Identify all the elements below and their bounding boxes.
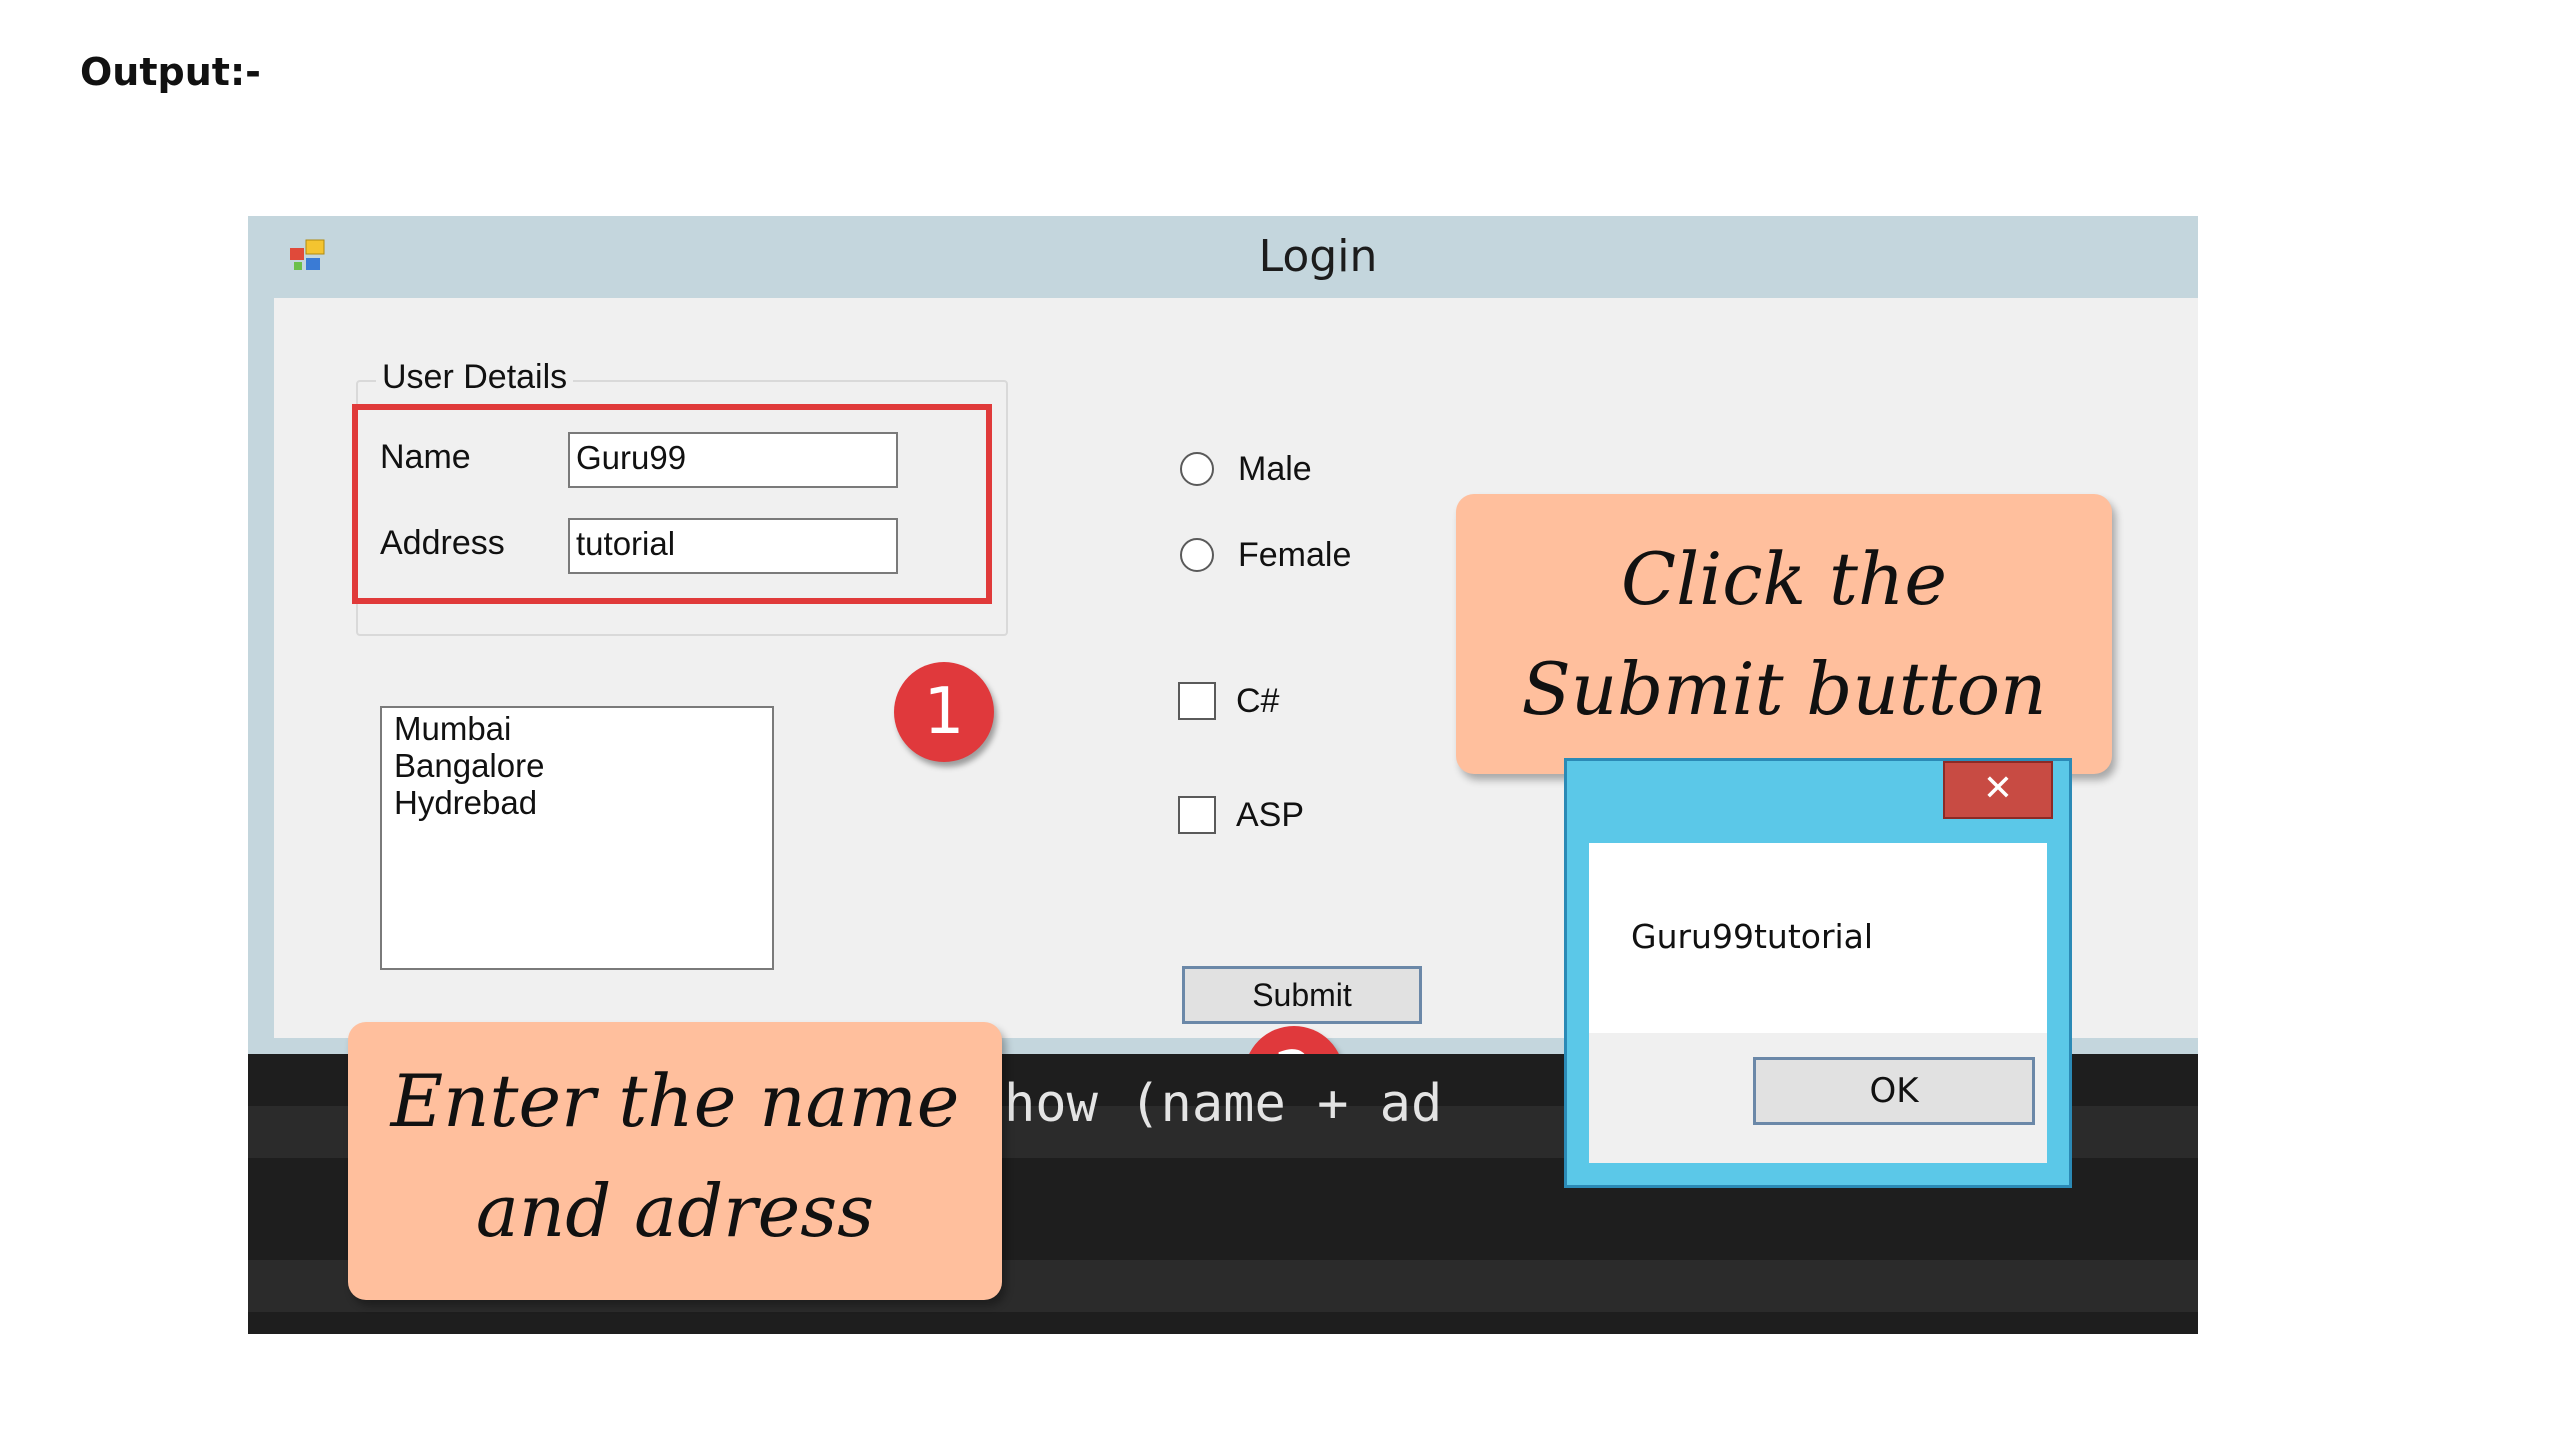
close-icon[interactable]: ✕ — [1943, 761, 2053, 819]
enter-name-address-callout: Enter the name and adress — [348, 1022, 1002, 1300]
ok-button[interactable]: OK — [1753, 1057, 2035, 1125]
female-radio[interactable] — [1180, 538, 1214, 572]
asp-label: ASP — [1236, 796, 1305, 834]
list-item[interactable]: Hydrebad — [394, 784, 760, 821]
window-title: Login — [1258, 231, 1378, 282]
list-item[interactable]: Bangalore — [394, 747, 760, 784]
male-label: Male — [1238, 450, 1312, 488]
list-item[interactable]: Mumbai — [394, 710, 760, 747]
callout-line: and adress — [475, 1169, 875, 1253]
asp-checkbox[interactable] — [1178, 796, 1216, 834]
console-code-text: how (name + ad — [1004, 1074, 1443, 1134]
name-label: Name — [380, 438, 471, 476]
submit-button[interactable]: Submit — [1182, 966, 1422, 1024]
name-input[interactable]: Guru99 — [568, 432, 898, 488]
female-label: Female — [1238, 536, 1352, 574]
address-input[interactable]: tutorial — [568, 518, 898, 574]
user-details-legend: User Details — [376, 358, 574, 397]
callout-line: Submit button — [1521, 647, 2047, 731]
step-1-badge: 1 — [894, 662, 994, 762]
message-body: Guru99tutorial — [1589, 843, 2047, 1033]
city-listbox[interactable]: Mumbai Bangalore Hydrebad — [380, 706, 774, 970]
screenshot-frame: Login User Details Name Guru99 Address t… — [248, 216, 2198, 1334]
page-heading: Output:- — [80, 50, 261, 94]
message-text: Guru99tutorial — [1631, 917, 1874, 956]
message-footer: OK — [1589, 1033, 2047, 1163]
callout-line: Click the — [1621, 537, 1947, 621]
address-label: Address — [380, 524, 505, 562]
male-radio[interactable] — [1180, 452, 1214, 486]
csharp-checkbox[interactable] — [1178, 682, 1216, 720]
message-box: ✕ Guru99tutorial OK — [1564, 758, 2072, 1188]
callout-line: Enter the name — [390, 1059, 960, 1143]
csharp-label: C# — [1236, 682, 1280, 720]
click-submit-callout: Click the Submit button — [1456, 494, 2112, 774]
